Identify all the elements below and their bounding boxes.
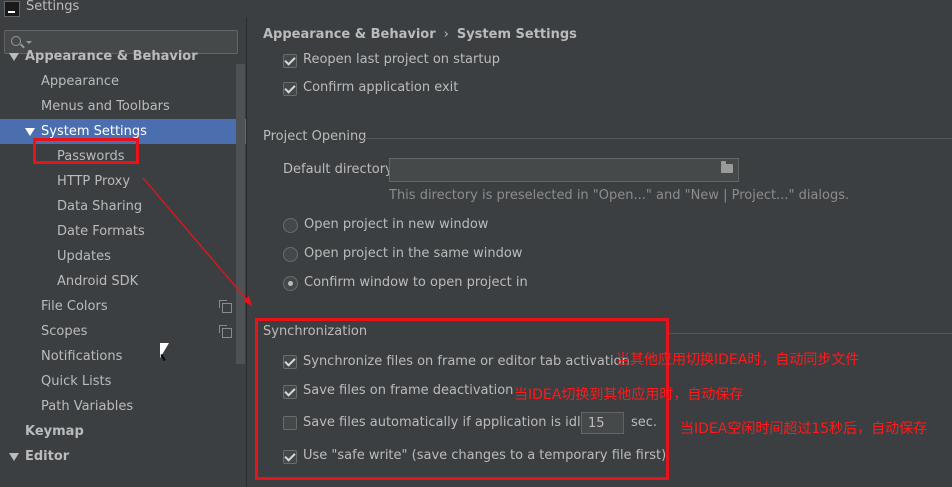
open-same-window-label[interactable]: Open project in the same window [304, 246, 522, 261]
open-same-window-radio[interactable] [283, 247, 298, 262]
section-separator [668, 333, 952, 334]
confirm-exit-checkbox[interactable] [283, 82, 297, 96]
breadcrumb-separator: › [443, 27, 449, 42]
folder-browse-icon[interactable] [721, 161, 733, 173]
annotation-note-sync: 当其他应用切换IDEA时，自动同步文件 [616, 352, 860, 368]
default-directory-hint: This directory is preselected in "Open..… [389, 188, 850, 203]
breadcrumb-parent[interactable]: Appearance & Behavior [263, 27, 436, 42]
open-new-window-label[interactable]: Open project in new window [304, 217, 488, 232]
annotation-note-save-idle: 当IDEA空闲时间超过15秒后，自动保存 [680, 421, 928, 437]
breadcrumb: Appearance & Behavior › System Settings [263, 27, 577, 42]
project-opening-title: Project Opening [263, 129, 367, 144]
confirm-window-label[interactable]: Confirm window to open project in [304, 275, 528, 290]
reopen-last-project-label[interactable]: Reopen last project on startup [303, 52, 500, 67]
breadcrumb-current: System Settings [456, 27, 577, 42]
confirm-window-radio[interactable] [283, 276, 298, 291]
confirm-exit-label[interactable]: Confirm application exit [303, 80, 458, 95]
default-directory-label: Default directory: [283, 162, 397, 177]
open-new-window-radio[interactable] [283, 218, 298, 233]
section-separator [364, 138, 952, 139]
annotation-note-save-deactivation: 当IDEA切换到其他应用时，自动保存 [514, 387, 744, 403]
default-directory-input[interactable] [389, 158, 739, 182]
reopen-last-project-checkbox[interactable] [283, 54, 297, 68]
mouse-cursor-icon [160, 343, 169, 358]
